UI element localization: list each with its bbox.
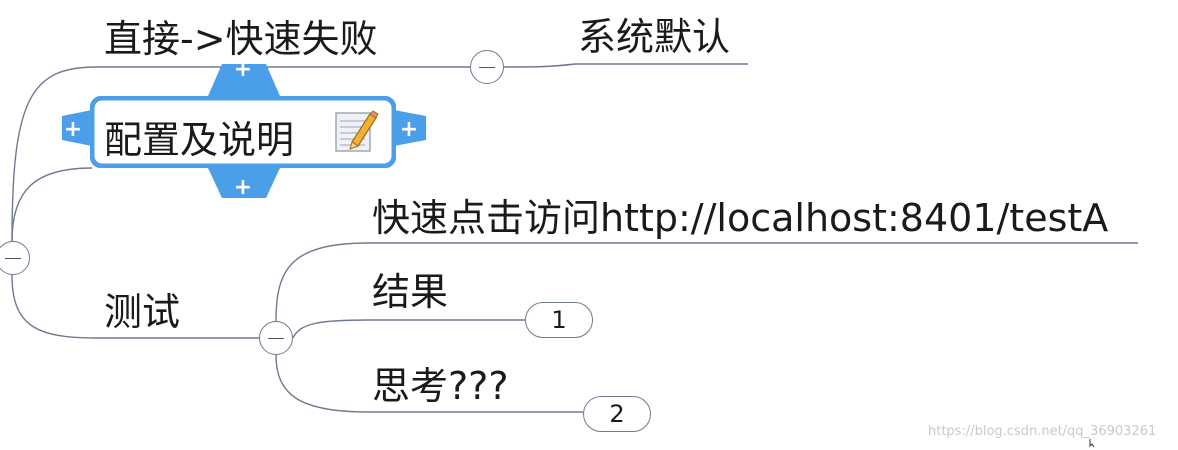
collapse-zhijie-button[interactable] [470,50,504,84]
add-topic-handle-left[interactable]: + [62,119,84,141]
watermark-text: https://blog.csdn.net/qq_36903261 [928,424,1157,439]
mouse-cursor-icon [1089,439,1095,448]
add-topic-handle-bottom[interactable]: + [232,177,254,199]
topic-peizhi[interactable]: 配置及说明 [104,121,294,159]
topic-jieguo[interactable]: 结果 [372,273,448,311]
sikao-count-badge[interactable]: 2 [583,396,651,432]
add-topic-handle-top[interactable]: + [232,59,254,81]
jieguo-count-badge[interactable]: 1 [525,302,593,338]
connector-test-jieguo [292,319,525,339]
collapse-ceshi-button[interactable] [259,321,293,355]
topic-kuaisu[interactable]: 快速点击访问http://localhost:8401/testA [372,199,1108,237]
topic-sikao[interactable]: 思考??? [372,367,509,405]
topic-xitong[interactable]: 系统默认 [578,18,730,56]
topic-ceshi[interactable]: 测试 [104,293,180,331]
connector-top-xitong [503,63,748,68]
connector-root-peizhi [11,167,93,242]
note-pencil-icon[interactable] [332,108,380,156]
add-topic-handle-right[interactable]: + [398,119,420,141]
topic-zhijie[interactable]: 直接->快速失败 [104,20,378,58]
